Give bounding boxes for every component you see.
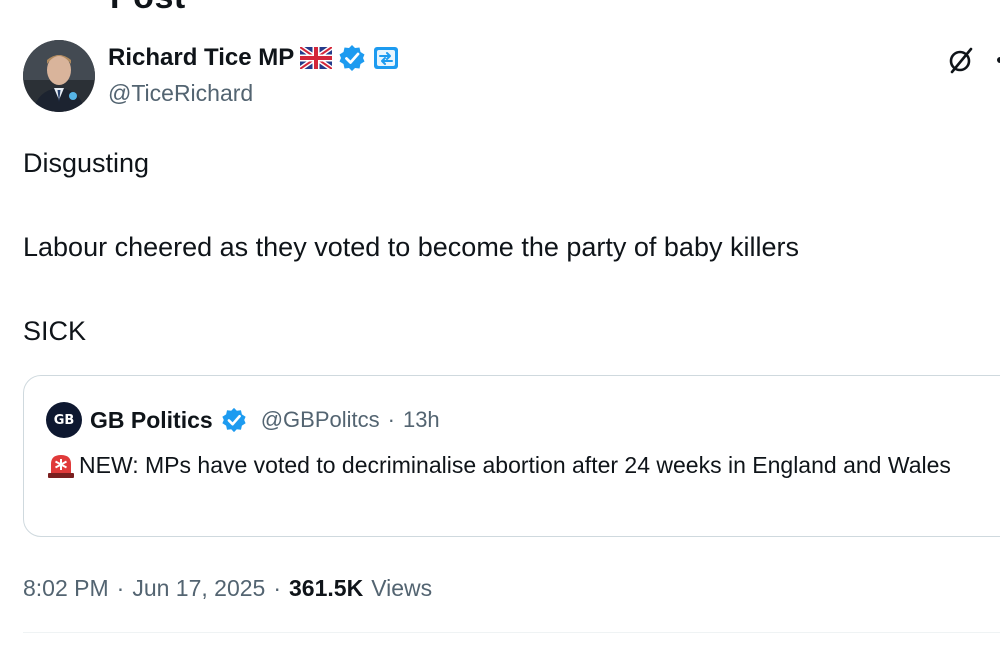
- author-name-row: Richard Tice MP: [108, 40, 400, 76]
- quoted-tweet-body: NEW: MPs have voted to decriminalise abo…: [46, 448, 986, 482]
- post-page: Post Richard Tice MP: [0, 0, 1000, 651]
- tweet-line: Labour cheered as they voted to become t…: [23, 232, 799, 262]
- more-options-icon[interactable]: [988, 48, 1000, 76]
- back-arrow-icon[interactable]: [22, 0, 62, 2]
- quoted-author-handle[interactable]: @GBPolitcs: [261, 407, 380, 433]
- views-label: Views: [371, 574, 433, 601]
- verified-badge-icon[interactable]: [221, 407, 247, 433]
- divider: [23, 632, 1000, 633]
- tweet-line: SICK: [23, 316, 87, 346]
- quoted-tweet-text: NEW: MPs have voted to decriminalise abo…: [79, 452, 951, 478]
- tweet-date[interactable]: Jun 17, 2025: [132, 575, 265, 602]
- tweet-meta: 8:02 PM · Jun 17, 2025 · 361.5K Views: [23, 571, 432, 605]
- separator-dot: ·: [273, 574, 282, 601]
- tweet-line: Disgusting: [23, 148, 150, 178]
- quoted-tweet-card[interactable]: GB GB Politics @GBPolitcs · 13h NEW: MPs…: [23, 375, 1000, 537]
- separator-dot: ·: [387, 407, 395, 432]
- author-display-name[interactable]: Richard Tice MP: [108, 44, 294, 72]
- siren-icon: [48, 455, 74, 478]
- quoted-timestamp[interactable]: 13h: [403, 407, 440, 433]
- verified-badge-icon[interactable]: [338, 44, 366, 72]
- grok-icon[interactable]: [944, 44, 976, 76]
- uk-flag-icon: [300, 47, 333, 69]
- author-handle[interactable]: @TiceRichard: [108, 80, 253, 107]
- separator-dot: ·: [116, 574, 125, 601]
- automated-badge-icon[interactable]: [372, 45, 400, 71]
- author-avatar[interactable]: [23, 40, 95, 112]
- tweet-time[interactable]: 8:02 PM: [23, 575, 109, 602]
- quoted-author-name[interactable]: GB Politics: [90, 407, 213, 434]
- quoted-tweet-header: GB GB Politics @GBPolitcs · 13h: [46, 402, 440, 438]
- tweet-text: Disgusting Labour cheered as they voted …: [23, 143, 983, 351]
- quoted-avatar-text: GB: [53, 412, 75, 428]
- quoted-author-avatar[interactable]: GB: [46, 402, 82, 438]
- page-title: Post: [110, 0, 186, 17]
- views-count: 361.5K: [289, 574, 364, 601]
